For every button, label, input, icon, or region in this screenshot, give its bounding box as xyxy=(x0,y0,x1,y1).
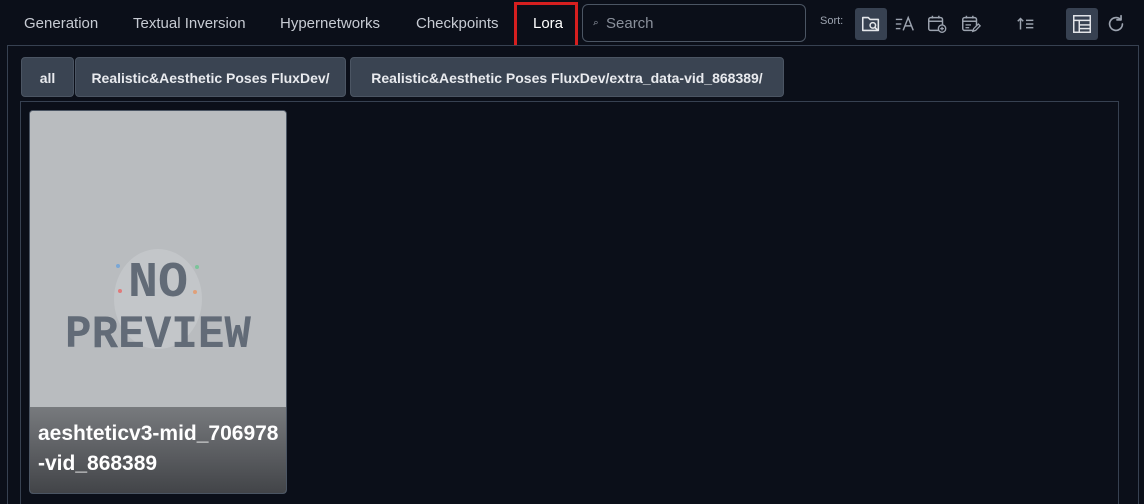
refresh-button[interactable] xyxy=(1100,8,1132,40)
sort-search-icon xyxy=(861,16,880,32)
tree-view-icon xyxy=(1073,15,1091,33)
card-title: aeshteticv3-mid_706978-vid_868389 xyxy=(38,422,279,475)
search-box[interactable] xyxy=(582,4,806,42)
lora-card[interactable]: NO PREVIEW aeshteticv3-mid_706978-vid_86… xyxy=(29,110,287,494)
sort-name-button[interactable] xyxy=(889,8,921,40)
sort-search-button[interactable] xyxy=(855,8,887,40)
no-preview-text-line1: NO xyxy=(128,255,188,312)
sort-date-modified-button[interactable] xyxy=(955,8,987,40)
sort-date-created-icon xyxy=(928,15,947,33)
tree-view-button[interactable] xyxy=(1066,8,1098,40)
breadcrumb-all[interactable]: all xyxy=(21,57,74,97)
sort-direction-button[interactable] xyxy=(1010,8,1042,40)
tab-checkpoints[interactable]: Checkpoints xyxy=(416,0,499,48)
search-input[interactable] xyxy=(606,14,805,32)
refresh-icon xyxy=(1108,14,1124,32)
breadcrumb-folder[interactable]: Realistic&Aesthetic Poses FluxDev/ xyxy=(75,57,346,97)
tab-textual-inversion[interactable]: Textual Inversion xyxy=(133,0,246,48)
cards-grid: NO PREVIEW aeshteticv3-mid_706978-vid_86… xyxy=(20,101,1119,504)
sort-label: Sort: xyxy=(820,15,844,27)
no-preview-text-line2: PREVIEW xyxy=(65,309,251,361)
sort-date-modified-icon xyxy=(962,15,982,33)
selected-tab-highlight xyxy=(514,2,578,48)
breadcrumb-subfolder[interactable]: Realistic&Aesthetic Poses FluxDev/extra_… xyxy=(350,57,784,97)
extra-networks-page: Generation Textual Inversion Hypernetwor… xyxy=(0,0,1144,504)
lora-panel: all Realistic&Aesthetic Poses FluxDev/ R… xyxy=(7,45,1139,504)
sort-name-icon xyxy=(895,15,914,31)
sort-direction-icon xyxy=(1017,17,1034,30)
tab-bar: Generation Textual Inversion Hypernetwor… xyxy=(0,0,1144,48)
search-icon xyxy=(593,20,598,26)
tab-hypernetworks[interactable]: Hypernetworks xyxy=(280,0,380,48)
sort-date-created-button[interactable] xyxy=(921,8,953,40)
no-preview-image: NO PREVIEW xyxy=(30,111,286,411)
card-footer: aeshteticv3-mid_706978-vid_868389 xyxy=(30,407,286,493)
tab-generation[interactable]: Generation xyxy=(24,0,98,48)
